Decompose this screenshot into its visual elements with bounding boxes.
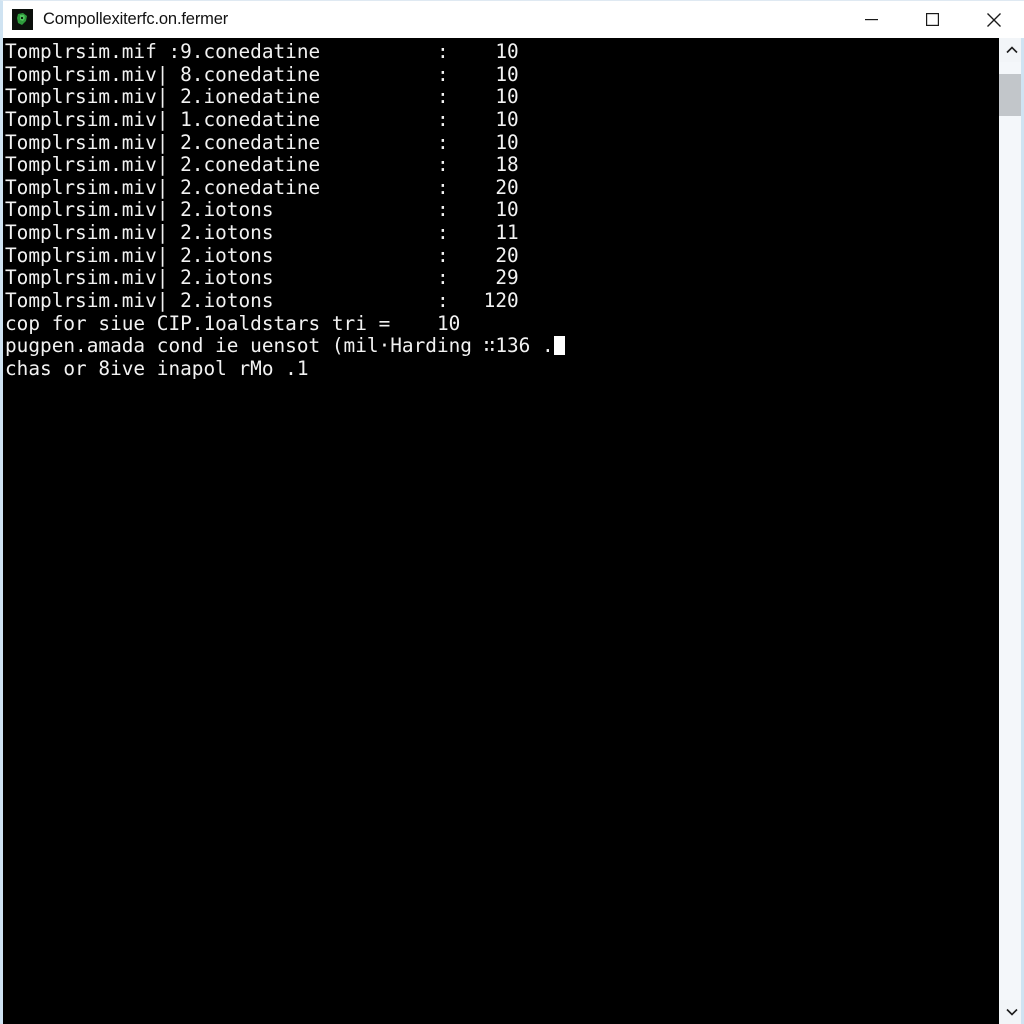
console-line: chas or 8ive inapol rMo .1 <box>5 356 998 381</box>
console-line-text: Tomplrsim.miv| 8.conedatine : 10 <box>5 62 519 86</box>
console-line: Tomplrsim.miv| 2.conedatine : 20 <box>5 175 998 200</box>
console-line-text: Tomplrsim.miv| 2.ionedatine : 10 <box>5 85 519 109</box>
console-line: cop for siue CIP.1oaldstars tri = 10 <box>5 311 998 336</box>
close-button[interactable] <box>963 1 1024 38</box>
console-line-text: Tomplrsim.miv| 2.conedatine : 20 <box>5 175 519 199</box>
console-line-text: Tomplrsim.miv| 2.iotons : 11 <box>5 221 519 245</box>
console-line-text: Tomplrsim.miv| 2.conedatine : 10 <box>5 130 519 154</box>
minimize-button[interactable] <box>841 1 902 38</box>
maximize-button[interactable] <box>902 1 963 38</box>
console-line: Tomplrsim.miv| 2.iotons : 120 <box>5 289 998 313</box>
console-line: Tomplrsim.miv| 2.iotons : 11 <box>5 221 998 245</box>
console-window: Compollexiterfc.on.fermer Tomplrsim.mif … <box>0 0 1024 1024</box>
console-line-text: Tomplrsim.miv| 2.iotons : 120 <box>5 289 519 313</box>
window-controls <box>841 1 1024 38</box>
console-line-text: Tomplrsim.miv| 2.iotons : 10 <box>5 198 519 222</box>
console-line: Tomplrsim.miv| 8.conedatine : 10 <box>5 62 998 87</box>
console-line: Tomplrsim.miv| 2.iotons : 29 <box>5 267 998 290</box>
console-line-text: Tomplrsim.mif :9.conedatine : 10 <box>5 40 519 63</box>
console-line: Tomplrsim.miv| 1.conedatine : 10 <box>5 107 998 132</box>
console-line-text: Tomplrsim.miv| 2.iotons : 20 <box>5 243 519 267</box>
console-line: Tomplrsim.mif :9.conedatine : 10 <box>5 40 998 64</box>
console-output[interactable]: Tomplrsim.mif :9.conedatine : 10 Tomplrsi… <box>3 38 998 1024</box>
text-cursor <box>553 336 566 356</box>
terminal-app-icon[interactable] <box>12 9 33 30</box>
console-line-text: Tomplrsim.miv| 2.iotons : 29 <box>5 266 519 290</box>
console-line-text: Tomplrsim.miv| 2.conedatine : 18 <box>5 153 519 177</box>
console-line: Tomplrsim.miv| 2.conedatine : 18 <box>5 153 998 177</box>
window-body: Tomplrsim.mif :9.conedatine : 10 Tomplrsi… <box>3 38 1024 1024</box>
console-line-text: cop for siue CIP.1oaldstars tri = 10 <box>5 311 461 335</box>
console-line: Tomplrsim.miv| 2.ionedatine : 10 <box>5 85 998 109</box>
console-line-text: Tomplrsim.miv| 1.conedatine : 10 <box>5 107 519 131</box>
title-bar[interactable]: Compollexiterfc.on.fermer <box>3 1 1024 38</box>
title-bar-left: Compollexiterfc.on.fermer <box>3 9 841 30</box>
console-line: Tomplrsim.miv| 2.conedatine : 10 <box>5 130 998 155</box>
console-line-text: pugpen.amada cond ie uensot (mil·Harding… <box>5 334 554 358</box>
console-line: Tomplrsim.miv| 2.iotons : 10 <box>5 199 998 222</box>
console-line-text: chas or 8ive inapol rMo .1 <box>5 356 309 380</box>
vertical-scrollbar[interactable] <box>998 38 1024 1024</box>
window-title: Compollexiterfc.on.fermer <box>43 10 229 29</box>
console-line: pugpen.amada cond ie uensot (mil·Harding… <box>5 335 998 358</box>
console-line: Tomplrsim.miv| 2.iotons : 20 <box>5 243 998 268</box>
